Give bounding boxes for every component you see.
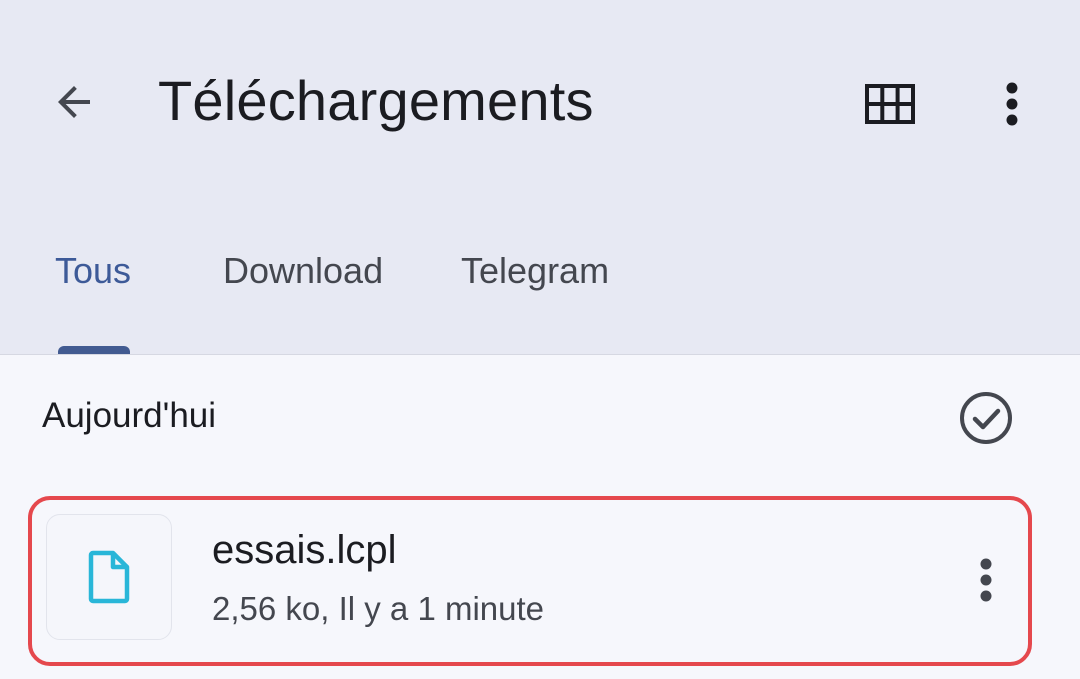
file-thumbnail [46,514,172,640]
file-list-item[interactable]: essais.lcpl 2,56 ko, Il y a 1 minute [28,496,1032,666]
back-button[interactable] [42,70,106,134]
check-circle-icon [960,392,1012,444]
file-name: essais.lcpl [212,528,397,572]
tab-telegram[interactable]: Telegram [461,250,609,292]
more-options-button[interactable] [980,72,1044,136]
tab-bar: Tous Download Telegram [0,240,1080,354]
app-bar: Téléchargements Tous Download Telegram [0,0,1080,355]
arrow-back-icon [58,86,90,118]
grid-view-button[interactable] [858,72,922,136]
more-vertical-icon [980,558,992,602]
file-more-options-button[interactable] [958,548,1014,612]
file-meta: 2,56 ko, Il y a 1 minute [212,590,545,627]
downloads-screen: Téléchargements Tous Download Telegram A… [0,0,1080,679]
more-vertical-icon [1006,82,1018,126]
tab-tous[interactable]: Tous [55,250,131,292]
grid-view-icon [865,84,915,124]
page-title: Téléchargements [158,69,594,132]
select-all-button[interactable] [956,388,1016,448]
file-icon [88,550,130,604]
tab-download[interactable]: Download [223,250,383,292]
section-header-today: Aujourd'hui [42,396,217,435]
active-tab-indicator [58,346,130,354]
